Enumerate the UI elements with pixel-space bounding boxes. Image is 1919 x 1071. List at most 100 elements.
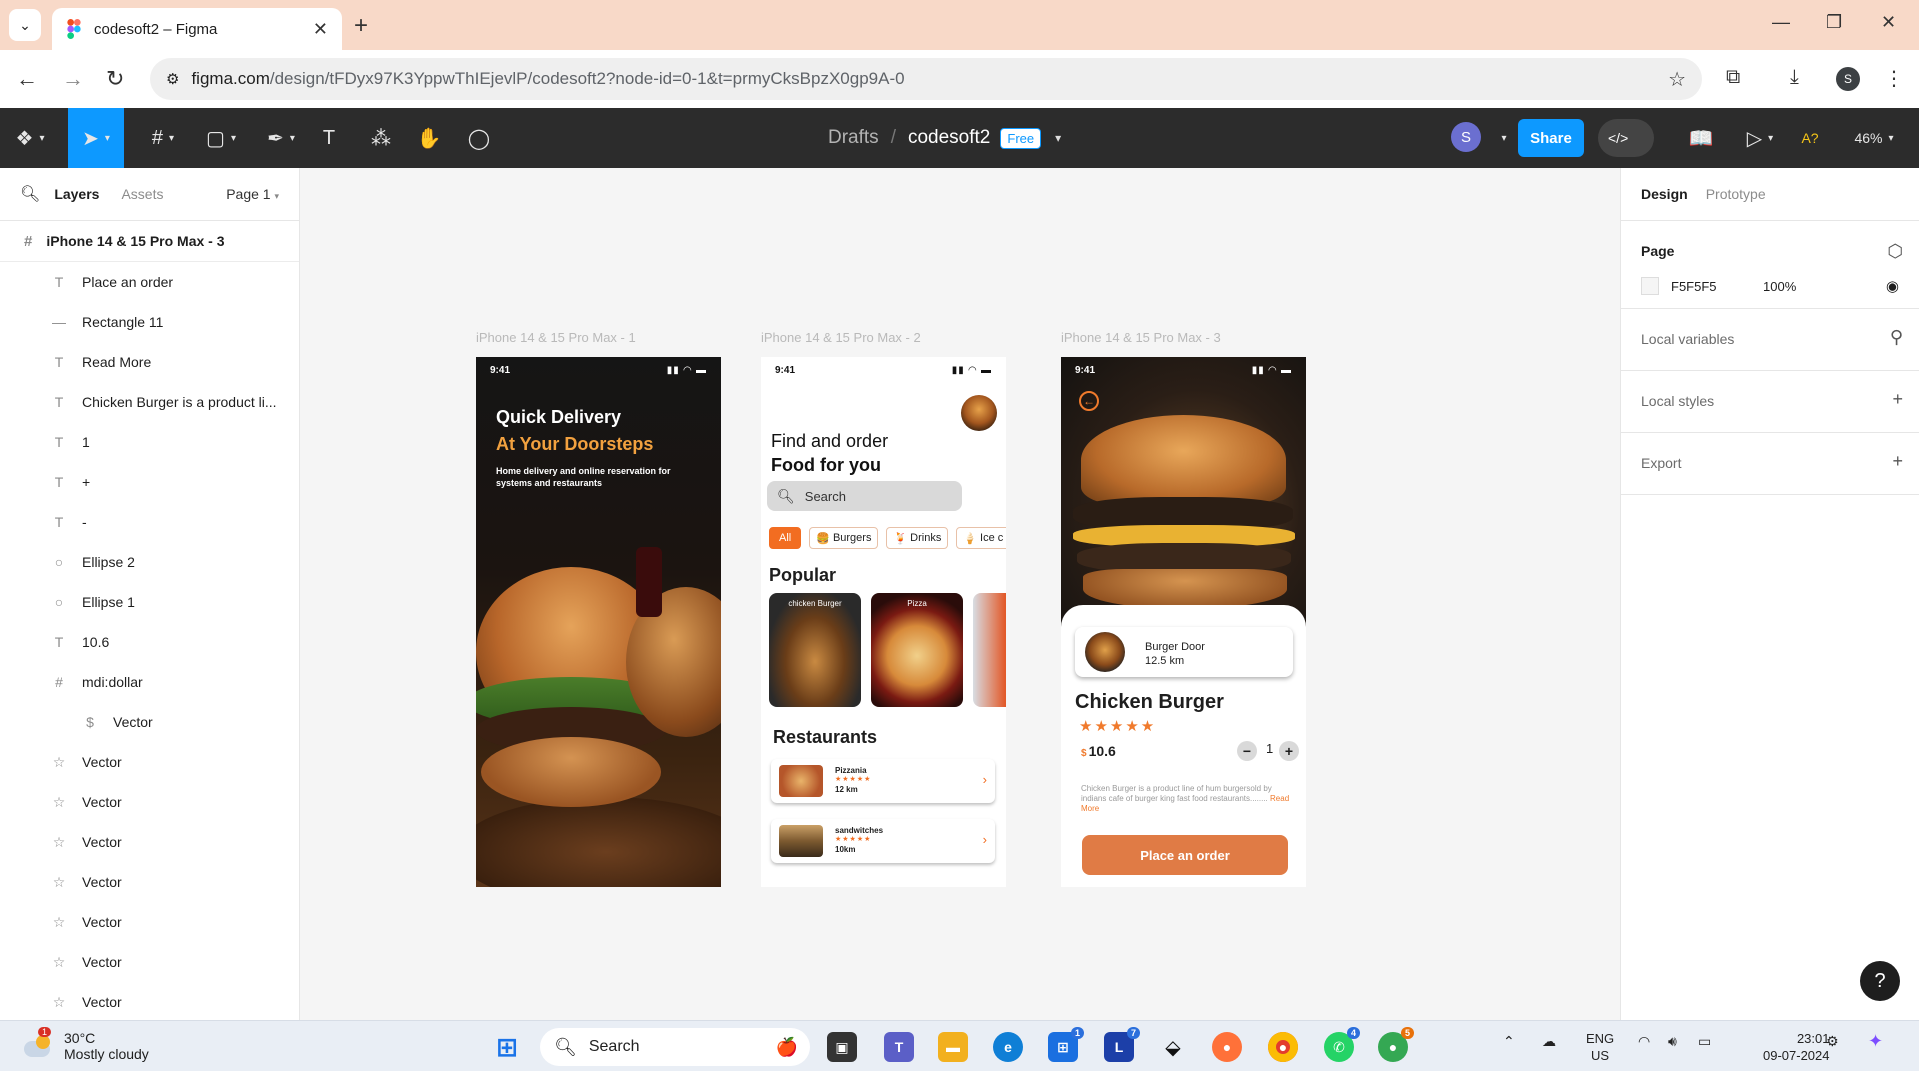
layer-row[interactable]: $ Vector: [0, 702, 299, 742]
frame-label[interactable]: iPhone 14 & 15 Pro Max - 3: [1061, 330, 1221, 345]
phone-frame-2[interactable]: 9:41 ▮▮ ◠ ▬ Find and order Food for you 🔍…: [761, 357, 1006, 887]
layer-row[interactable]: ☆ Vector: [0, 982, 299, 1022]
fill-hex[interactable]: F5F5F5: [1671, 279, 1763, 294]
place-order-button[interactable]: Place an order: [1082, 835, 1288, 875]
dropbox-icon[interactable]: ⬙: [1158, 1032, 1188, 1062]
chrome-profile-icon[interactable]: ● 5: [1378, 1027, 1414, 1062]
file-name[interactable]: codesoft2: [908, 127, 990, 149]
store-icon[interactable]: ⊞ 1: [1048, 1027, 1084, 1062]
tab-assets[interactable]: Assets: [121, 186, 163, 202]
more-menu-icon[interactable]: ⋮: [1884, 66, 1904, 91]
popular-card-burger[interactable]: chicken Burger: [769, 593, 861, 707]
chip-all[interactable]: All: [769, 527, 802, 549]
breadcrumb-drafts[interactable]: Drafts: [828, 127, 879, 149]
restore-button[interactable]: ❐: [1826, 12, 1842, 33]
multiplayer-dropdown[interactable]: ▾: [1494, 108, 1514, 168]
main-menu-button[interactable]: ❖ ▾: [6, 108, 54, 168]
browser-tab[interactable]: codesoft2 – Figma ✕: [52, 8, 342, 50]
windows-start-icon[interactable]: ⊞: [492, 1032, 522, 1062]
volume-icon[interactable]: 🔊︎: [1668, 1033, 1677, 1050]
tray-overflow-icon[interactable]: ⌃: [1503, 1033, 1515, 1050]
eye-icon[interactable]: ◉: [1886, 277, 1899, 295]
layer-row[interactable]: T Place an order: [0, 262, 299, 302]
extensions-icon[interactable]: ⧉: [1726, 66, 1740, 89]
page-selector[interactable]: Page 1 ▾: [226, 186, 279, 202]
variables-icon[interactable]: ⚲: [1890, 327, 1903, 348]
hand-tool-button[interactable]: ✋: [414, 108, 444, 168]
firefox-icon[interactable]: ●: [1212, 1032, 1242, 1062]
plan-badge[interactable]: Free: [1000, 127, 1042, 149]
local-variables-section[interactable]: Local variables ⚲: [1621, 309, 1919, 371]
profile-avatar[interactable]: S: [1836, 67, 1860, 91]
store-card[interactable]: Burger Door 12.5 km: [1075, 627, 1293, 677]
onedrive-icon[interactable]: ☁: [1542, 1033, 1556, 1050]
chevron-down-icon[interactable]: ▾: [1055, 131, 1061, 145]
clock[interactable]: 23:01 09-07-2024: [1763, 1030, 1830, 1064]
layer-row[interactable]: T Read More: [0, 342, 299, 382]
back-button[interactable]: ←: [16, 66, 38, 92]
decrement-button[interactable]: −: [1237, 741, 1257, 761]
layer-row[interactable]: ○ Ellipse 1: [0, 582, 299, 622]
help-button[interactable]: ?: [1860, 961, 1900, 1001]
layer-row[interactable]: ☆ Vector: [0, 742, 299, 782]
design-canvas[interactable]: iPhone 14 & 15 Pro Max - 1 iPhone 14 & 1…: [301, 168, 1619, 1020]
bookmark-star-icon[interactable]: ☆: [1668, 67, 1686, 92]
layer-row[interactable]: ☆ Vector: [0, 822, 299, 862]
share-button[interactable]: Share: [1518, 119, 1584, 157]
copilot-icon[interactable]: ✦: [1868, 1031, 1883, 1052]
file-explorer-icon[interactable]: ▬: [938, 1032, 968, 1062]
search-icon[interactable]: 🔍︎: [20, 184, 40, 204]
tab-design[interactable]: Design: [1641, 186, 1688, 202]
popular-card-pizza[interactable]: Pizza: [871, 593, 963, 707]
weather-widget[interactable]: 1 30°C Mostly cloudy: [22, 1027, 149, 1062]
dev-mode-toggle[interactable]: </>: [1598, 119, 1654, 157]
move-tool-button[interactable]: ➤ ▾: [68, 108, 124, 168]
color-swatch[interactable]: [1641, 277, 1659, 295]
present-button[interactable]: ▷ ▾: [1736, 108, 1784, 168]
layer-row[interactable]: T Chicken Burger is a product li...: [0, 382, 299, 422]
phone-frame-3[interactable]: 9:41 ▮▮ ◠ ▬ ← Burger Door 12.5 km Chicken…: [1061, 357, 1306, 887]
comment-tool-button[interactable]: ◯: [464, 108, 494, 168]
url-input[interactable]: ⚙ figma.com/design/tFDyx97K3YppwThIEjevl…: [150, 58, 1702, 100]
frame-label[interactable]: iPhone 14 & 15 Pro Max - 1: [476, 330, 636, 345]
reload-button[interactable]: ↻: [106, 66, 124, 92]
taskbar-search[interactable]: 🔍︎ Search 🍎: [540, 1028, 810, 1066]
forward-button[interactable]: →: [62, 66, 84, 92]
tab-search-button[interactable]: ⌄: [9, 9, 41, 41]
layer-row[interactable]: ○ Ellipse 2: [0, 542, 299, 582]
layer-row[interactable]: — Rectangle 11: [0, 302, 299, 342]
whatsapp-icon[interactable]: ✆ 4: [1324, 1027, 1360, 1062]
pen-tool-button[interactable]: ✒ ▾: [256, 108, 306, 168]
increment-button[interactable]: +: [1279, 741, 1299, 761]
minimize-button[interactable]: —: [1772, 12, 1790, 33]
chrome-icon[interactable]: ●: [1268, 1032, 1298, 1062]
layer-row[interactable]: # mdi:dollar: [0, 662, 299, 702]
library-button[interactable]: 📖: [1684, 108, 1718, 168]
site-info-icon[interactable]: ⚙: [166, 70, 179, 88]
frame-tool-button[interactable]: # ▾: [138, 108, 188, 168]
language-indicator[interactable]: ENG US: [1586, 1030, 1614, 1064]
layer-frame-row[interactable]: # iPhone 14 & 15 Pro Max - 3: [0, 221, 299, 262]
layer-row[interactable]: T-: [0, 502, 299, 542]
add-style-icon[interactable]: +: [1892, 389, 1903, 410]
frame-label[interactable]: iPhone 14 & 15 Pro Max - 2: [761, 330, 921, 345]
shape-tool-button[interactable]: ▢ ▾: [196, 108, 246, 168]
l-app-icon[interactable]: L7: [1104, 1027, 1140, 1062]
notification-icon[interactable]: ⚙: [1826, 1033, 1839, 1050]
close-window-button[interactable]: ✕: [1881, 12, 1896, 33]
export-section[interactable]: Export +: [1621, 433, 1919, 495]
task-view-icon[interactable]: ▣: [827, 1032, 857, 1062]
new-tab-button[interactable]: +: [354, 12, 368, 40]
accessibility-button[interactable]: A?: [1796, 108, 1824, 168]
user-avatar[interactable]: S: [1451, 122, 1481, 152]
layer-row[interactable]: T 10.6: [0, 622, 299, 662]
tab-prototype[interactable]: Prototype: [1706, 186, 1766, 202]
restaurant-card[interactable]: sandwitches ★★★★★ 10km ›: [771, 819, 995, 863]
resources-button[interactable]: ⁂: [366, 108, 396, 168]
edge-icon[interactable]: e: [993, 1032, 1023, 1062]
chip-icecream[interactable]: 🍦 Ice c: [956, 527, 1006, 549]
tab-layers[interactable]: Layers: [54, 186, 99, 202]
layer-row[interactable]: ☆ Vector: [0, 942, 299, 982]
close-tab-icon[interactable]: ✕: [313, 19, 328, 40]
battery-icon[interactable]: ▭: [1698, 1033, 1711, 1050]
